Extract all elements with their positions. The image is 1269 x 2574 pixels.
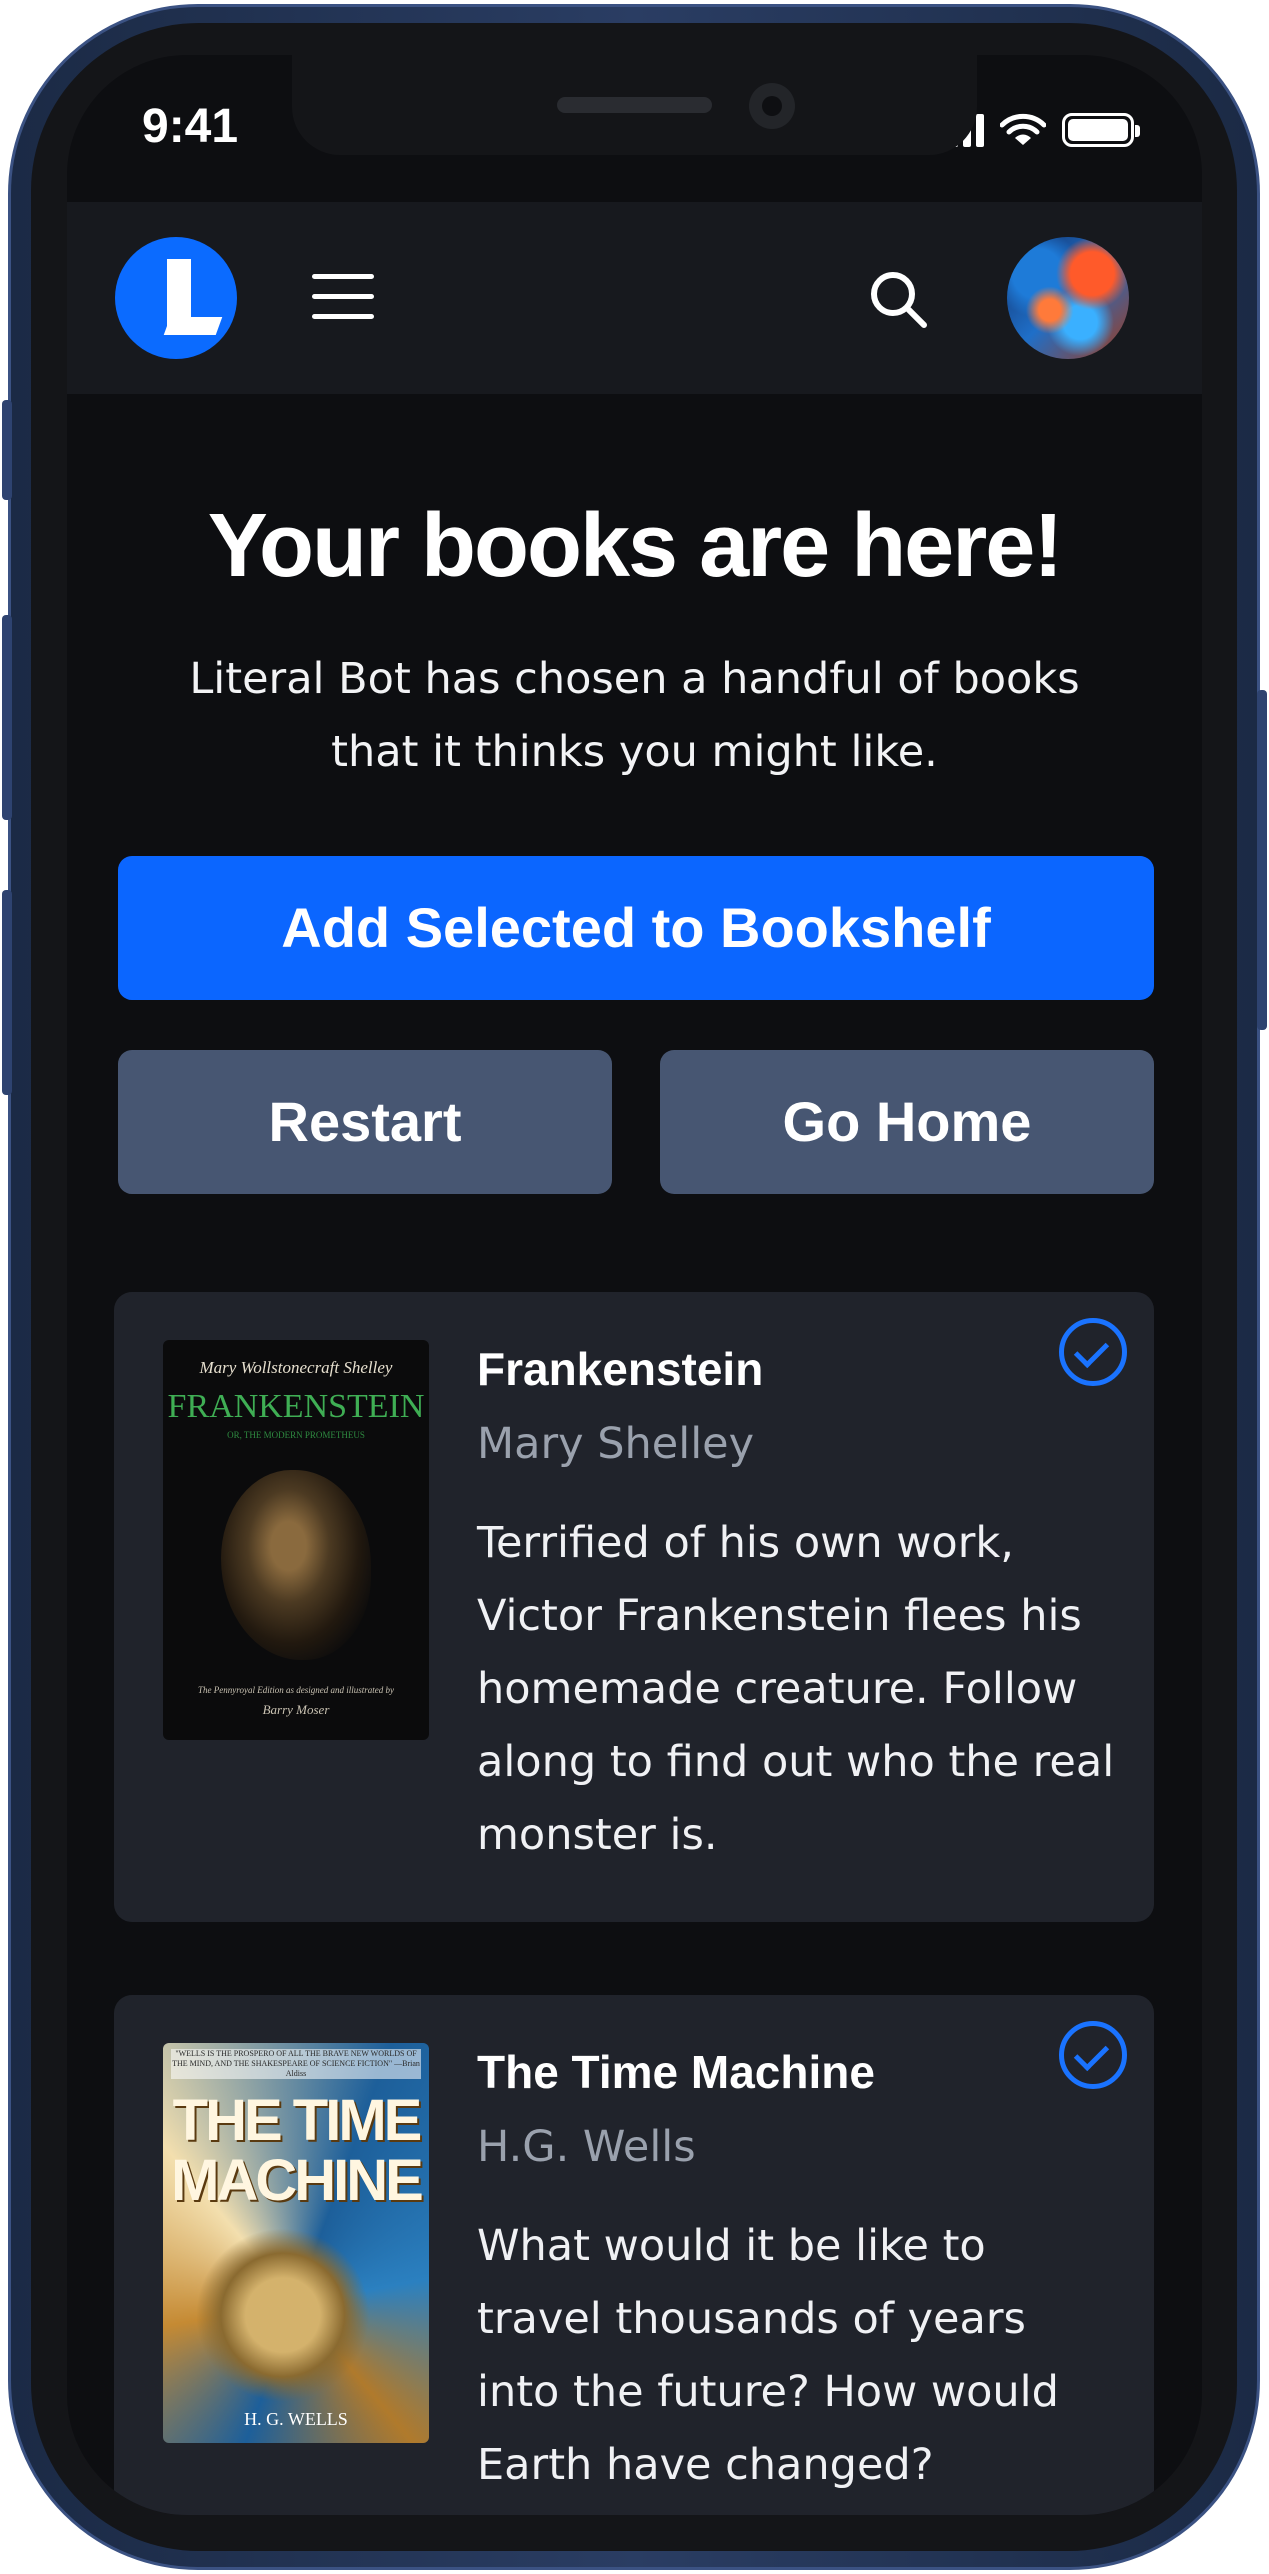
phone-screen: 9:41 Your books are here! Literal Bot ha…: [67, 55, 1202, 2515]
book-cover-image: Mary Wollstonecraft Shelley FRANKENSTEIN…: [163, 1340, 429, 1740]
go-home-button[interactable]: Go Home: [660, 1050, 1154, 1194]
volume-down-button: [2, 890, 12, 1095]
selected-check-icon[interactable]: [1059, 2021, 1127, 2089]
front-camera: [749, 83, 795, 129]
book-author: H.G. Wells: [477, 2122, 696, 2172]
mute-switch: [2, 400, 12, 500]
book-cover-image: "WELLS IS THE PROSPERO OF ALL THE BRAVE …: [163, 2043, 429, 2443]
volume-up-button: [2, 615, 12, 820]
cover-author-text: Mary Wollstonecraft Shelley: [199, 1358, 393, 1377]
book-author: Mary Shelley: [477, 1419, 755, 1469]
cover-footer-text: The Pennyroyal Edition as designed and i…: [198, 1685, 394, 1695]
cover-subtitle-text: OR, THE MODERN PROMETHEUS: [227, 1430, 365, 1440]
cover-quote-text: "WELLS IS THE PROSPERO OF ALL THE BRAVE …: [171, 2049, 421, 2079]
book-card[interactable]: "WELLS IS THE PROSPERO OF ALL THE BRAVE …: [114, 1995, 1154, 2515]
book-title: The Time Machine: [477, 2046, 875, 2098]
battery-icon: [1062, 113, 1140, 147]
cover-illustration: [221, 1470, 371, 1660]
page-subtitle: Literal Bot has chosen a handful of book…: [189, 654, 1080, 777]
power-button: [1257, 690, 1267, 1030]
selected-check-icon[interactable]: [1059, 1318, 1127, 1386]
app-header: [67, 202, 1202, 394]
literal-logo-icon[interactable]: [115, 237, 237, 359]
restart-button[interactable]: Restart: [118, 1050, 612, 1194]
add-to-bookshelf-button[interactable]: Add Selected to Bookshelf: [118, 856, 1154, 1000]
hamburger-menu-icon[interactable]: [312, 274, 374, 322]
search-icon[interactable]: [867, 268, 929, 330]
book-card[interactable]: Mary Wollstonecraft Shelley FRANKENSTEIN…: [114, 1292, 1154, 1922]
book-description: Terrified of his own work, Victor Franke…: [477, 1518, 1115, 1860]
status-time: 9:41: [142, 100, 239, 153]
cover-title-text: THE TIME MACHINE: [171, 2088, 424, 2213]
book-description: What would it be like to travel thousand…: [477, 2221, 1059, 2490]
book-title: Frankenstein: [477, 1343, 764, 1395]
page-title: Your books are here!: [207, 496, 1064, 596]
wifi-icon: [1000, 113, 1046, 145]
speaker-grille: [557, 97, 712, 113]
user-avatar[interactable]: [1007, 237, 1129, 359]
cover-author-text: H. G. WELLS: [244, 2409, 348, 2429]
cover-illustrator-text: Barry Moser: [262, 1702, 330, 1717]
cover-title-text: FRANKENSTEIN: [167, 1388, 425, 1425]
